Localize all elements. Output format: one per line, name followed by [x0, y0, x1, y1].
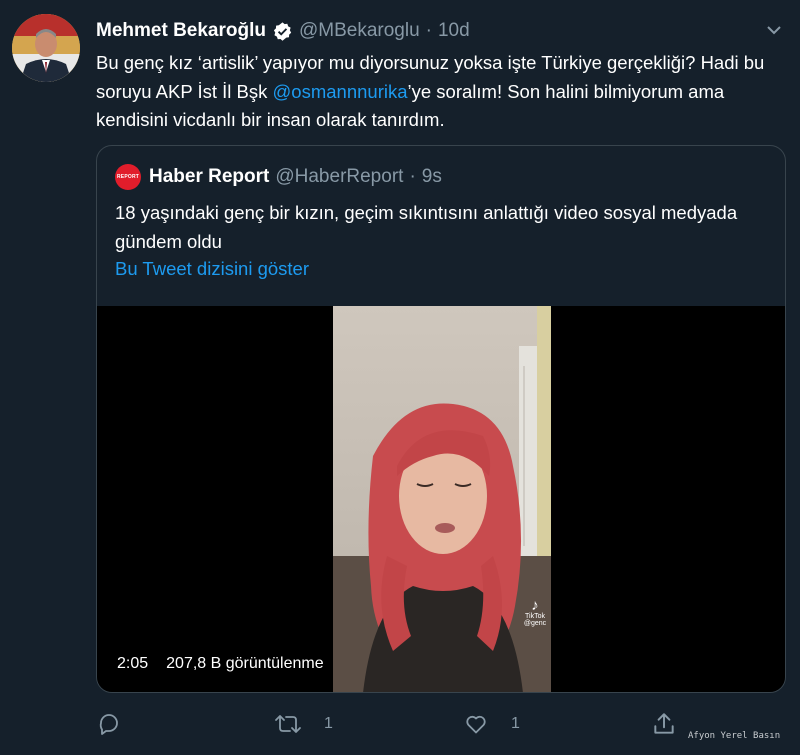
retweet-button[interactable]: 1 — [274, 708, 333, 740]
tiktok-icon: ♪ — [531, 597, 539, 614]
reply-button[interactable] — [96, 708, 122, 740]
tweet-time[interactable]: 10d — [438, 20, 470, 42]
video-frame: ♪ TikTok @genc — [333, 306, 551, 692]
tiktok-handle: @genc — [523, 620, 547, 627]
quoted-time[interactable]: 9s — [422, 166, 442, 188]
like-button[interactable]: 1 — [463, 708, 520, 740]
tiktok-watermark: ♪ TikTok @genc — [521, 598, 549, 627]
watermark-text: Afyon Yerel Basın — [688, 731, 781, 741]
video-player[interactable]: ♪ TikTok @genc 2:05 207,8 B görüntülenme — [97, 306, 785, 692]
retweet-count: 1 — [324, 715, 333, 732]
tweet-actions: 1 1 — [96, 708, 696, 740]
heart-icon — [466, 715, 486, 734]
show-thread-link[interactable]: Bu Tweet dizisini göster — [115, 258, 309, 280]
quoted-logo-text: REPORT — [116, 174, 140, 180]
quoted-tweet[interactable]: REPORT Haber Report @HaberReport · 9s 18… — [96, 145, 786, 693]
video-overlay: 2:05 207,8 B görüntülenme — [109, 651, 332, 677]
share-button[interactable] — [651, 708, 677, 740]
mention-link[interactable]: @osmannnurika — [273, 81, 408, 102]
header-separator: · — [425, 20, 432, 41]
author-name[interactable]: Mehmet Bekaroğlu — [96, 20, 266, 42]
author-handle[interactable]: @MBekaroglu — [299, 20, 420, 42]
tweet-text: Bu genç kız ‘artislik’ yapıyor mu diyors… — [96, 49, 786, 135]
video-views: 207,8 B görüntülenme — [166, 655, 324, 672]
quoted-avatar[interactable]: REPORT — [115, 164, 141, 190]
author-photo — [12, 14, 80, 82]
reply-icon — [99, 714, 118, 735]
quoted-author-name[interactable]: Haber Report — [149, 166, 269, 188]
quoted-text: 18 yaşındaki genç bir kızın, geçim sıkın… — [115, 202, 738, 252]
like-count: 1 — [511, 715, 520, 732]
author-avatar[interactable] — [12, 14, 80, 82]
verified-badge-icon — [272, 21, 293, 42]
tweet-header: Mehmet Bekaroğlu @MBekaroglu · 10d — [96, 18, 470, 44]
retweet-icon — [275, 715, 301, 733]
share-icon — [654, 713, 674, 734]
tiktok-label: TikTok — [525, 613, 545, 620]
quoted-separator: · — [409, 166, 416, 187]
more-options-caret-icon[interactable] — [762, 20, 786, 40]
video-thumbnail-image — [333, 306, 551, 692]
video-duration: 2:05 — [117, 655, 149, 672]
quoted-handle[interactable]: @HaberReport — [275, 166, 403, 188]
quoted-header: REPORT Haber Report @HaberReport · 9s — [115, 164, 442, 190]
